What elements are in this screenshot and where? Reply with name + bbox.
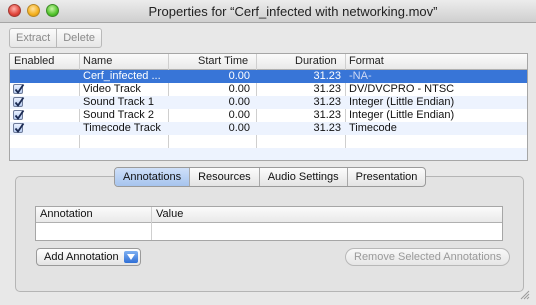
remove-selected-annotations-button[interactable]: Remove Selected Annotations — [345, 248, 511, 266]
checkmark-icon — [14, 122, 25, 133]
track-format: -NA- — [349, 70, 372, 82]
track-name: Timecode Track — [83, 122, 161, 134]
table-row-empty — [10, 148, 527, 160]
table-row[interactable]: Video Track 0.00 31.23 DV/DVCPRO - NTSC — [10, 83, 527, 96]
track-start-time: 0.00 — [228, 96, 250, 108]
panel-tabs: Annotations Resources Audio Settings Pre… — [114, 167, 427, 187]
toolbar: Extract Delete — [0, 23, 536, 51]
track-start-time: 0.00 — [228, 122, 250, 134]
track-name: Sound Track 1 — [83, 96, 154, 108]
track-duration: 31.23 — [313, 122, 341, 134]
dropdown-arrow-icon — [123, 251, 138, 263]
window-title: Properties for “Cerf_infected with netwo… — [148, 4, 438, 19]
track-format: DV/DVCPRO - NTSC — [349, 83, 455, 95]
track-action-buttons: Extract Delete — [9, 28, 103, 48]
table-row[interactable]: Timecode Track 0.00 31.23 Timecode — [10, 122, 527, 135]
track-duration: 31.23 — [313, 96, 341, 108]
track-format: Integer (Little Endian) — [349, 96, 455, 108]
zoom-window-button[interactable] — [46, 4, 59, 17]
track-name: Video Track — [83, 83, 141, 95]
tracks-table[interactable]: Enabled Name Start Time Duration Format … — [9, 53, 528, 161]
title-bar[interactable]: Properties for “Cerf_infected with netwo… — [0, 0, 536, 23]
track-format: Timecode — [349, 122, 397, 134]
track-start-time: 0.00 — [228, 109, 250, 121]
resize-grip-icon[interactable] — [519, 289, 530, 300]
tab-resources[interactable]: Resources — [189, 168, 259, 186]
track-duration: 31.23 — [313, 109, 341, 121]
table-row[interactable]: Sound Track 2 0.00 31.23 Integer (Little… — [10, 109, 527, 122]
column-header-format[interactable]: Format — [349, 55, 384, 68]
track-duration: 31.23 — [313, 70, 341, 82]
column-header-enabled[interactable]: Enabled — [14, 55, 54, 68]
enabled-checkbox[interactable] — [13, 83, 25, 94]
table-row[interactable]: Cerf_infected ... 0.00 31.23 -NA- — [10, 70, 527, 83]
enabled-checkbox[interactable] — [13, 122, 25, 133]
checkmark-icon — [14, 96, 25, 107]
column-header-start-time[interactable]: Start Time — [198, 55, 248, 68]
track-duration: 31.23 — [313, 83, 341, 95]
tracks-table-header: Enabled Name Start Time Duration Format — [10, 54, 527, 70]
add-annotation-label: Add Annotation — [44, 251, 119, 263]
tab-annotations[interactable]: Annotations — [115, 168, 190, 186]
close-window-button[interactable] — [8, 4, 21, 17]
enabled-checkbox[interactable] — [13, 96, 25, 107]
column-header-annotation[interactable]: Annotation — [40, 208, 93, 221]
track-start-time: 0.00 — [228, 70, 250, 82]
column-header-duration[interactable]: Duration — [295, 55, 337, 68]
column-header-name[interactable]: Name — [83, 55, 112, 68]
track-name: Cerf_infected ... — [83, 70, 161, 82]
properties-window: Properties for “Cerf_infected with netwo… — [0, 0, 536, 305]
checkmark-icon — [14, 109, 25, 120]
enabled-checkbox[interactable] — [13, 109, 25, 120]
column-header-value[interactable]: Value — [156, 208, 183, 221]
track-format: Integer (Little Endian) — [349, 109, 455, 121]
annotations-table[interactable]: Annotation Value — [35, 206, 503, 241]
extract-button[interactable]: Extract — [10, 29, 56, 47]
annotations-table-header: Annotation Value — [36, 207, 502, 223]
track-name: Sound Track 2 — [83, 109, 154, 121]
minimize-window-button[interactable] — [27, 4, 40, 17]
tab-presentation[interactable]: Presentation — [346, 168, 426, 186]
delete-button[interactable]: Delete — [56, 29, 101, 47]
column-divider — [151, 207, 152, 240]
add-annotation-button[interactable]: Add Annotation — [36, 248, 141, 266]
checkmark-icon — [14, 83, 25, 94]
tab-audio-settings[interactable]: Audio Settings — [258, 168, 347, 186]
table-row[interactable]: Sound Track 1 0.00 31.23 Integer (Little… — [10, 96, 527, 109]
table-row-empty — [10, 135, 527, 148]
track-start-time: 0.00 — [228, 83, 250, 95]
